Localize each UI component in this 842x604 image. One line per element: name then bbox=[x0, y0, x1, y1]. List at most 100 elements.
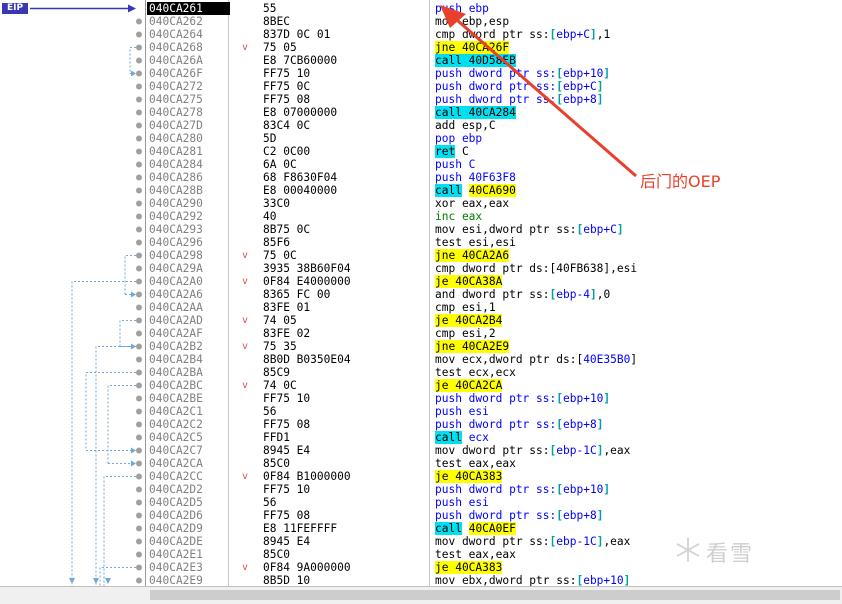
instruction-token: call bbox=[435, 184, 462, 197]
breakpoint-dot bbox=[136, 538, 142, 545]
instruction-row[interactable]: 040CA264 837D 0C 01 cmp dword ptr ss:[ebp+… bbox=[147, 28, 842, 41]
instruction-token: mov ecx,dword ptr ds:[ bbox=[435, 353, 584, 366]
instruction-address: 040CA264 bbox=[149, 28, 203, 41]
scrollbar-thumb[interactable] bbox=[150, 590, 840, 600]
instruction-row[interactable]: 040CA2CC v 0F84 B1000000 je 40CA383 bbox=[147, 470, 842, 483]
jump-arrows-graphic bbox=[30, 4, 142, 586]
instruction-token: push dword ptr ss: bbox=[435, 67, 557, 80]
instruction-row[interactable]: 040CA280 5D pop ebp bbox=[147, 132, 842, 145]
instruction-text: call 40CA0EF bbox=[435, 522, 516, 535]
instruction-token: push dword ptr ss: bbox=[435, 483, 557, 496]
instruction-row[interactable]: 040CA2C7 8945 E4 mov dword ptr ss:[ebp-1C]… bbox=[147, 444, 842, 457]
instruction-row[interactable]: 040CA262 8BEC mov ebp,esp bbox=[147, 15, 842, 28]
instruction-row[interactable]: 040CA2BE FF75 10 push dword ptr ss:[ebp+10… bbox=[147, 392, 842, 405]
instruction-token: mov ebx,dword ptr ss: bbox=[435, 574, 577, 586]
instruction-text: call 40CA284 bbox=[435, 106, 516, 119]
instruction-row[interactable]: 040CA2AD v 74 05 je 40CA2B4 bbox=[147, 314, 842, 327]
instruction-row[interactable]: 040CA29A 3935 38B60F04 cmp dword ptr ds:[4… bbox=[147, 262, 842, 275]
instruction-bytes: FF75 0C bbox=[263, 80, 311, 93]
instruction-token: je 40CA2B4 bbox=[435, 314, 503, 327]
instruction-row[interactable]: 040CA2BA 85C9 test ecx,ecx bbox=[147, 366, 842, 379]
breakpoint-dot bbox=[136, 161, 142, 168]
instruction-bytes: FF75 08 bbox=[263, 93, 311, 106]
instruction-row[interactable]: 040CA2C5 FFD1 call ecx bbox=[147, 431, 842, 444]
instruction-row[interactable]: 040CA2A0 v 0F84 E4000000 je 40CA38A bbox=[147, 275, 842, 288]
instruction-row[interactable]: 040CA2B4 8B0D B0350E04 mov ecx,dword ptr d… bbox=[147, 353, 842, 366]
instruction-row[interactable]: 040CA27D 83C4 0C add esp,C bbox=[147, 119, 842, 132]
instruction-bytes: 0F84 E4000000 bbox=[263, 275, 351, 288]
instruction-address: 040CA26F bbox=[149, 67, 203, 80]
instruction-row[interactable]: 040CA2A6 8365 FC 00 and dword ptr ss:[ebp-… bbox=[147, 288, 842, 301]
instruction-row[interactable]: 040CA28B E8 00040000 call 40CA690 bbox=[147, 184, 842, 197]
instruction-token: [ bbox=[556, 392, 563, 405]
instruction-row[interactable]: 040CA298 v 75 0C jne 40CA2A6 bbox=[147, 249, 842, 262]
instruction-token: cmp esi,1 bbox=[435, 301, 496, 314]
instruction-address: 040CA29A bbox=[149, 262, 203, 275]
annotation-text: 后门的OEP bbox=[640, 172, 721, 191]
instruction-bytes: 85F6 bbox=[263, 236, 290, 249]
instruction-token: je 40CA383 bbox=[435, 470, 503, 483]
breakpoint-dot bbox=[136, 31, 142, 38]
instruction-text: push dword ptr ss:[ebp+C] bbox=[435, 80, 603, 93]
instruction-bytes: 5D bbox=[263, 132, 277, 145]
instruction-row[interactable]: 040CA2D2 FF75 10 push dword ptr ss:[ebp+10… bbox=[147, 483, 842, 496]
instruction-token: ] bbox=[616, 223, 624, 236]
instruction-row[interactable]: 040CA2D9 E8 11FEFFFF call 40CA0EF bbox=[147, 522, 842, 535]
instruction-bytes: 75 05 bbox=[263, 41, 297, 54]
instruction-text: push C bbox=[435, 158, 475, 171]
instruction-bytes: 83FE 02 bbox=[263, 327, 311, 340]
instruction-row[interactable]: 040CA284 6A 0C push C bbox=[147, 158, 842, 171]
instruction-row[interactable]: 040CA2E9 8B5D 10 mov ebx,dword ptr ss:[ebp… bbox=[147, 574, 842, 586]
instruction-row[interactable]: 040CA2BC v 74 0C je 40CA2CA bbox=[147, 379, 842, 392]
instruction-row[interactable]: 040CA278 E8 07000000 call 40CA284 bbox=[147, 106, 842, 119]
instruction-row[interactable]: 040CA293 8B75 0C mov esi,dword ptr ss:[ebp… bbox=[147, 223, 842, 236]
current-instruction-row[interactable]: 040CA261 55 push ebp bbox=[147, 2, 842, 15]
breakpoint-dot bbox=[136, 304, 142, 311]
instruction-row[interactable]: 040CA286 68 F8630F04 push 40F63F8 bbox=[147, 171, 842, 184]
instruction-token: ebp+8 bbox=[563, 93, 597, 106]
instruction-text: push dword ptr ss:[ebp+8] bbox=[435, 418, 603, 431]
instruction-row[interactable]: 040CA272 FF75 0C push dword ptr ss:[ebp+C] bbox=[147, 80, 842, 93]
instruction-row[interactable]: 040CA275 FF75 08 push dword ptr ss:[ebp+8] bbox=[147, 93, 842, 106]
instruction-row[interactable]: 040CA2CA 85C0 test eax,eax bbox=[147, 457, 842, 470]
instruction-token: mov bbox=[435, 15, 456, 28]
instruction-row[interactable]: 040CA2D5 56 push esi bbox=[147, 496, 842, 509]
breakpoint-dot bbox=[136, 252, 142, 259]
jump-arrow-head bbox=[131, 70, 136, 77]
branch-down-marker: v bbox=[242, 562, 249, 573]
instruction-row[interactable]: 040CA2C2 FF75 08 push dword ptr ss:[ebp+8] bbox=[147, 418, 842, 431]
instruction-row[interactable]: 040CA281 C2 0C00 ret C bbox=[147, 145, 842, 158]
instruction-row[interactable]: 040CA2D6 FF75 08 push dword ptr ss:[ebp+8] bbox=[147, 509, 842, 522]
breakpoint-dot bbox=[136, 226, 142, 233]
instruction-token: call bbox=[435, 431, 462, 444]
instruction-token: ebp+C bbox=[563, 80, 597, 93]
instruction-text: test ecx,ecx bbox=[435, 366, 516, 379]
instruction-token: 40CA690 bbox=[468, 184, 516, 197]
instruction-row[interactable]: 040CA2AA 83FE 01 cmp esi,1 bbox=[147, 301, 842, 314]
instruction-address: 040CA2B2 bbox=[149, 340, 203, 353]
instruction-row[interactable]: 040CA268 v 75 05 jne 40CA26F bbox=[147, 41, 842, 54]
instruction-bytes: 0F84 9A000000 bbox=[263, 561, 351, 574]
instruction-text: push dword ptr ss:[ebp+8] bbox=[435, 93, 603, 106]
breakpoint-dot bbox=[136, 122, 142, 129]
instruction-token: test esi,esi bbox=[435, 236, 516, 249]
instruction-row[interactable]: 040CA292 40 inc eax bbox=[147, 210, 842, 223]
instruction-token: push C bbox=[435, 158, 476, 171]
instruction-row[interactable]: 040CA26F FF75 10 push dword ptr ss:[ebp+10… bbox=[147, 67, 842, 80]
instruction-token: je 40CA38A bbox=[435, 275, 503, 288]
instruction-text: push ebp bbox=[435, 2, 489, 15]
horizontal-scrollbar[interactable] bbox=[0, 586, 842, 604]
instruction-row[interactable]: 040CA296 85F6 test esi,esi bbox=[147, 236, 842, 249]
instruction-token: ] bbox=[596, 80, 604, 93]
instruction-row[interactable]: 040CA2B2 v 75 35 jne 40CA2E9 bbox=[147, 340, 842, 353]
instruction-row[interactable]: 040CA2AF 83FE 02 cmp esi,2 bbox=[147, 327, 842, 340]
instruction-bytes: 8B75 0C bbox=[263, 223, 311, 236]
breakpoint-dot bbox=[136, 408, 142, 415]
breakpoint-dot bbox=[136, 369, 142, 376]
instruction-row[interactable]: 040CA2C1 56 push esi bbox=[147, 405, 842, 418]
instruction-row[interactable]: 040CA26A E8 7CB60000 call 40D58EB bbox=[147, 54, 842, 67]
instruction-text: jne 40CA2E9 bbox=[435, 340, 510, 353]
disassembly-listing[interactable]: 040CA261 55 push ebp 040CA262 8BEC mov ebp,es… bbox=[147, 0, 842, 586]
instruction-row[interactable]: 040CA290 33C0 xor eax,eax bbox=[147, 197, 842, 210]
instruction-token: push esi bbox=[435, 496, 489, 509]
